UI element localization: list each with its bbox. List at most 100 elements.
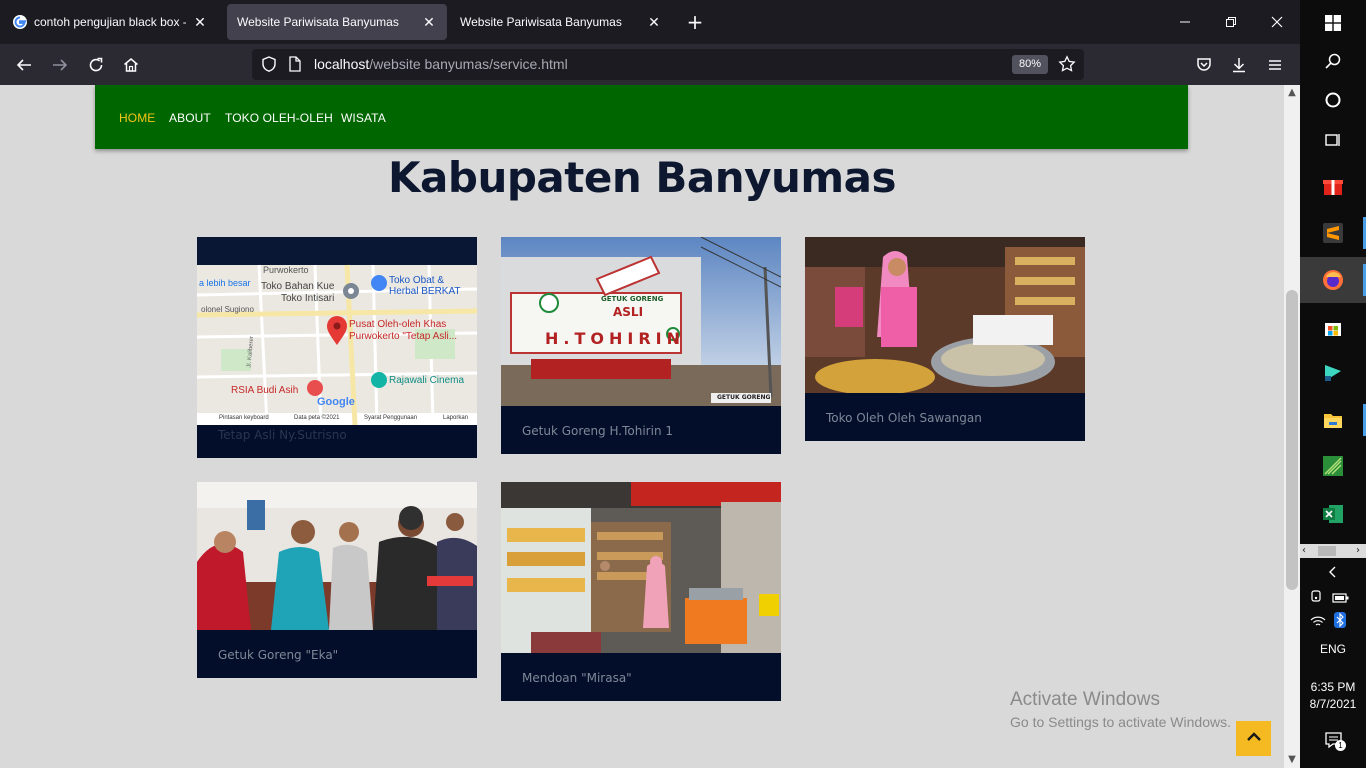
- card-toko-sawangan[interactable]: Toko Oleh Oleh Sawangan: [805, 237, 1085, 441]
- scrollbar-thumb[interactable]: [1286, 290, 1298, 590]
- map-pin-label: Purwokerto "Tetap Asli...: [349, 331, 458, 342]
- scroll-up-icon[interactable]: ▲: [1284, 85, 1300, 101]
- close-tab-icon[interactable]: ✕: [646, 14, 662, 30]
- card-tetap-asli[interactable]: a lebih besar Purwokerto Toko Bahan Kue …: [197, 237, 477, 458]
- page-viewport: HOME ABOUT TOKO OLEH-OLEH WISATA Kabupat…: [0, 85, 1284, 768]
- sublime-text-icon[interactable]: [1300, 210, 1366, 256]
- google-favicon-icon: [12, 14, 28, 30]
- map-place-label: RSIA Budi Asih: [231, 385, 299, 396]
- url-text[interactable]: localhost/website banyumas/service.html: [314, 56, 568, 72]
- tab-website-pariwisata-active[interactable]: Website Pariwisata Banyumas ✕: [227, 4, 447, 40]
- device-icon[interactable]: [1310, 588, 1324, 607]
- bluetooth-icon[interactable]: [1334, 612, 1346, 632]
- store-sign-text: ASLI: [613, 305, 644, 319]
- clock-date[interactable]: 8/7/2021: [1300, 697, 1366, 711]
- activate-windows-title: Activate Windows: [1010, 689, 1160, 710]
- shield-icon[interactable]: [260, 55, 278, 77]
- nav-toko-oleh-oleh[interactable]: TOKO OLEH-OLEH: [225, 111, 333, 125]
- tab-label: Website Pariwisata Banyumas: [460, 15, 622, 29]
- site-navbar: HOME ABOUT TOKO OLEH-OLEH WISATA: [95, 85, 1188, 149]
- file-explorer-icon[interactable]: [1300, 397, 1366, 443]
- card-getuk-eka[interactable]: Getuk Goreng "Eka": [197, 482, 477, 678]
- chevron-up-icon: [1244, 727, 1264, 751]
- new-tab-icon[interactable]: +: [684, 12, 706, 34]
- battery-icon[interactable]: [1332, 589, 1350, 608]
- close-tab-icon[interactable]: ✕: [421, 14, 437, 30]
- map-place-label: Toko Obat &: [389, 275, 445, 286]
- tab-website-pariwisata[interactable]: Website Pariwisata Banyumas ✕: [450, 4, 672, 40]
- back-icon[interactable]: [11, 52, 37, 78]
- windows-taskbar: ENG 6:35 PM 8/7/2021 1: [1300, 0, 1366, 768]
- nav-wisata[interactable]: WISATA: [341, 111, 386, 125]
- store-sign-text: GETUK GORENG: [601, 295, 664, 303]
- card-getuk-tohirin[interactable]: GETUK GORENG ASLI H.TOHIRIN GETUK GORENG…: [501, 237, 781, 454]
- chevron-left-icon[interactable]: ‹: [1302, 544, 1306, 558]
- reload-icon[interactable]: [83, 52, 109, 78]
- card-caption: Getuk Goreng "Eka": [218, 648, 339, 662]
- activate-windows-subtitle: Go to Settings to activate Windows.: [1010, 714, 1231, 730]
- card-photo: [501, 482, 781, 653]
- close-tab-icon[interactable]: ✕: [192, 14, 208, 30]
- restore-icon[interactable]: [1218, 10, 1244, 34]
- map-place-label: Toko Bahan Kue: [261, 281, 335, 292]
- back-to-top-button[interactable]: [1236, 721, 1271, 756]
- card-photo: [805, 237, 1085, 393]
- task-view-icon[interactable]: [1300, 117, 1366, 163]
- map-street-label: olonel Sugiono: [201, 305, 254, 314]
- tab-contoh-pengujian[interactable]: contoh pengujian black box - P ✕: [2, 4, 218, 40]
- scroller-thumb[interactable]: [1318, 546, 1336, 556]
- nav-home[interactable]: HOME: [119, 111, 155, 125]
- card-map-image: a lebih besar Purwokerto Toko Bahan Kue …: [197, 237, 477, 425]
- firefox-icon[interactable]: [1300, 257, 1366, 303]
- browser-tab-bar: contoh pengujian black box - P ✕ Website…: [0, 0, 1300, 44]
- page-title: Kabupaten Banyumas: [388, 153, 896, 202]
- download-icon[interactable]: [1226, 52, 1252, 78]
- pocket-icon[interactable]: [1191, 52, 1217, 78]
- map-street-label: Purwokerto: [263, 265, 309, 275]
- page-scrollbar[interactable]: ▲ ▼: [1284, 85, 1300, 768]
- google-logo: Google: [317, 396, 355, 408]
- scroll-down-icon[interactable]: ▼: [1284, 752, 1300, 768]
- store-sign-text: H.TOHIRIN: [545, 329, 685, 348]
- excel-icon[interactable]: [1300, 491, 1366, 537]
- clock-time[interactable]: 6:35 PM: [1300, 680, 1366, 694]
- graphics-app-icon[interactable]: [1300, 443, 1366, 489]
- map-footer-text: Data peta ©2021: [294, 415, 340, 421]
- close-window-icon[interactable]: [1264, 10, 1290, 34]
- map-pin-label: Pusat Oleh-oleh Khas: [349, 319, 447, 330]
- filmora-icon[interactable]: [1300, 350, 1366, 396]
- minimize-icon[interactable]: [1172, 10, 1198, 34]
- card-photo: [197, 482, 477, 630]
- card-caption: Mendoan "Mirasa": [522, 671, 632, 685]
- menu-icon[interactable]: [1262, 52, 1288, 78]
- page-icon[interactable]: [288, 56, 302, 76]
- map-footer-link[interactable]: Laporkan: [443, 415, 468, 421]
- card-caption: Tetap Asli Ny.Sutrisno: [218, 428, 347, 442]
- gift-app-icon[interactable]: [1300, 163, 1366, 209]
- map-place-label: Toko Intisari: [281, 293, 335, 304]
- tab-label: Website Pariwisata Banyumas: [237, 15, 399, 29]
- url-bar[interactable]: localhost/website banyumas/service.html …: [252, 49, 1084, 80]
- nav-about[interactable]: ABOUT: [169, 111, 211, 125]
- zoom-level[interactable]: 80%: [1012, 55, 1048, 74]
- bookmark-star-icon[interactable]: [1058, 55, 1076, 77]
- chevron-right-icon[interactable]: ›: [1356, 544, 1360, 558]
- wifi-icon[interactable]: [1310, 613, 1326, 632]
- tab-label: contoh pengujian black box - P: [34, 15, 186, 29]
- notification-count: 1: [1335, 740, 1346, 751]
- map-larger-link[interactable]: a lebih besar: [199, 278, 251, 288]
- taskbar-scroller[interactable]: ‹ ›: [1300, 544, 1366, 558]
- home-icon[interactable]: [118, 52, 144, 78]
- map-place-label: Rajawali Cinema: [389, 375, 465, 386]
- map-place-label: Herbal BERKAT: [389, 286, 461, 297]
- url-path: /website banyumas/service.html: [369, 56, 568, 72]
- forward-icon[interactable]: [47, 52, 73, 78]
- microsoft-store-icon[interactable]: [1300, 304, 1366, 350]
- url-host: localhost: [314, 56, 370, 72]
- language-indicator[interactable]: ENG: [1300, 642, 1366, 656]
- activate-windows-watermark: Activate Windows Go to Settings to activ…: [1010, 689, 1231, 730]
- card-mendoan-mirasa[interactable]: Mendoan "Mirasa": [501, 482, 781, 701]
- map-footer-link[interactable]: Pintasan keyboard: [219, 415, 269, 421]
- map-footer-link[interactable]: Syarat Penggunaan: [364, 415, 417, 421]
- notifications-icon[interactable]: 1: [1324, 730, 1346, 752]
